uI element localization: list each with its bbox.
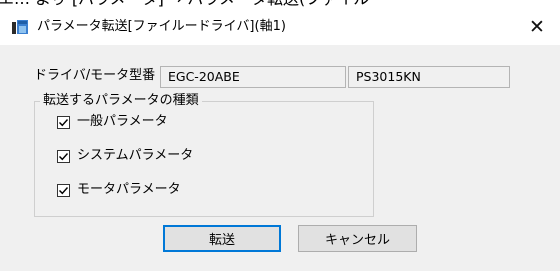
close-button[interactable]: ✕ — [514, 9, 560, 45]
system-parameters-label: システムパラメータ — [77, 148, 194, 163]
title-bar: パラメータ転送[ファイルードライバ](軸1) ✕ — [0, 9, 560, 45]
background-window-text: エ… より [パラメータ] → パラメータ転送(ファイル — [0, 0, 369, 8]
parameter-type-group-title: 転送するパラメータの種類 — [40, 93, 202, 109]
system-parameters-checkbox[interactable]: システムパラメータ — [57, 146, 193, 166]
checkmark-icon — [59, 152, 69, 160]
parameter-type-group: 転送するパラメータの種類 一般パラメータ システムパラメータ モータパラメータ — [34, 93, 374, 217]
checkbox-box[interactable] — [57, 183, 70, 197]
cancel-button[interactable]: キャンセル — [298, 225, 417, 252]
motor-parameters-label: モータパラメータ — [77, 182, 181, 197]
background-window-strip: エ… より [パラメータ] → パラメータ転送(ファイル — [0, 0, 560, 9]
app-window-icon — [12, 20, 28, 34]
checkbox-box[interactable] — [57, 115, 70, 129]
model-label: ドライバ/モータ型番 — [34, 68, 156, 83]
dialog-content: ドライバ/モータ型番 EGC-20ABE PS3015KN 転送するパラメータの… — [0, 45, 560, 271]
checkmark-icon — [59, 186, 69, 194]
transfer-button[interactable]: 転送 — [163, 225, 281, 252]
parameter-transfer-dialog: パラメータ転送[ファイルードライバ](軸1) ✕ ドライバ/モータ型番 EGC-… — [0, 9, 560, 271]
window-title: パラメータ転送[ファイルードライバ](軸1) — [37, 19, 286, 34]
motor-model-field: PS3015KN — [348, 66, 510, 88]
checkmark-icon — [59, 118, 69, 126]
general-parameters-checkbox[interactable]: 一般パラメータ — [57, 112, 168, 132]
checkbox-box[interactable] — [57, 149, 70, 163]
motor-parameters-checkbox[interactable]: モータパラメータ — [57, 180, 181, 200]
close-icon: ✕ — [529, 16, 545, 38]
driver-model-field: EGC-20ABE — [160, 66, 346, 88]
general-parameters-label: 一般パラメータ — [77, 114, 168, 129]
